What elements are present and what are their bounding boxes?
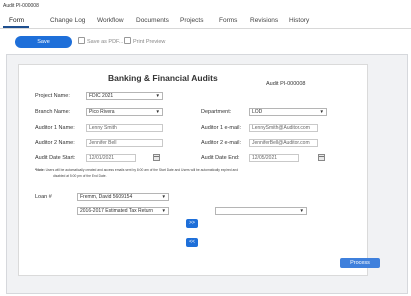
save-as-pdf-button[interactable]: Save as PDF... [78, 36, 123, 48]
window-title: Audit PI-000008 [3, 3, 39, 9]
tab-documents[interactable]: Documents [136, 14, 169, 27]
chevron-down-icon: ▼ [161, 208, 166, 213]
start-date-field[interactable]: 12/01/2021 [86, 154, 136, 162]
department-label: Department: [201, 109, 232, 115]
tab-forms[interactable]: Forms [219, 14, 237, 27]
note-text-line2: disabled at 5:00 pm of the End Date. [53, 173, 107, 178]
note-text: Users will be automatically created and … [44, 168, 239, 172]
tab-projects[interactable]: Projects [180, 14, 203, 27]
tab-revisions[interactable]: Revisions [250, 14, 278, 27]
department-select[interactable]: LOD ▼ [249, 108, 327, 116]
auditor2-name-label: Auditor 2 Name: [35, 140, 75, 146]
project-name-label: Project Name: [35, 93, 70, 99]
save-button[interactable]: Save [15, 36, 72, 48]
auditor2-email-label: Auditor 2 e-mail: [201, 140, 242, 146]
chevron-down-icon: ▼ [155, 109, 160, 114]
branch-name-value: Pico Rivera [89, 109, 115, 115]
print-preview-label: Print Preview [133, 39, 166, 45]
start-date-label: Audit Date Start: [35, 155, 76, 161]
tab-history[interactable]: History [289, 14, 309, 27]
loan-label: Loan # [35, 194, 52, 200]
end-date-field[interactable]: 12/05/2021 [249, 154, 299, 162]
audit-id: Audit PI-000008 [266, 81, 306, 87]
tax-return-value: 2016-2017 Estimated Tax Return [80, 208, 154, 214]
branch-name-select[interactable]: Pico Rivera ▼ [86, 108, 163, 116]
auditor1-email-label: Auditor 1 e-mail: [201, 125, 242, 131]
end-date-label: Audit Date End: [201, 155, 240, 161]
chevron-down-icon: ▼ [155, 93, 160, 98]
chevron-down-icon: ▼ [299, 208, 304, 213]
tab-change-log[interactable]: Change Log [50, 14, 85, 27]
save-as-pdf-label: Save as PDF... [87, 39, 124, 45]
loan-value: Fremm, David 5609154 [80, 194, 133, 200]
tab-bar: Form Change Log Workflow Documents Proje… [0, 14, 411, 27]
toolbar: Save Save as PDF... Print Preview [0, 29, 411, 55]
pdf-icon [78, 37, 85, 44]
branch-name-label: Branch Name: [35, 109, 71, 115]
auditor1-name-field[interactable]: Lenny Smith [86, 124, 163, 132]
process-button[interactable]: Process [340, 258, 380, 268]
department-value: LOD [252, 109, 263, 115]
selected-items-select[interactable]: ▼ [215, 207, 307, 215]
auditor1-email-field[interactable]: LennySmith@Auditor.com [249, 124, 318, 132]
project-name-value: FDIC 2021 [89, 93, 114, 99]
chevron-down-icon: ▼ [161, 194, 166, 199]
chevron-down-icon: ▼ [319, 109, 324, 114]
tab-workflow[interactable]: Workflow [97, 14, 124, 27]
auditor2-name-field[interactable]: Jennifer Bell [86, 139, 163, 147]
expiry-note: *Note: Users will be automatically creat… [35, 168, 345, 179]
note-prefix: *Note: [35, 168, 45, 172]
tax-return-select[interactable]: 2016-2017 Estimated Tax Return ▼ [77, 207, 169, 215]
print-preview-icon [124, 37, 131, 44]
project-name-select[interactable]: FDIC 2021 ▼ [86, 92, 163, 100]
move-left-button[interactable]: << [186, 238, 198, 247]
auditor1-name-label: Auditor 1 Name: [35, 125, 75, 131]
auditor2-email-field[interactable]: JenniferBell@Auditor.com [249, 139, 318, 147]
calendar-icon[interactable] [153, 154, 160, 161]
loan-select[interactable]: Fremm, David 5609154 ▼ [77, 193, 169, 201]
print-preview-button[interactable]: Print Preview [124, 36, 165, 48]
form-title: Banking & Financial Audits [108, 73, 218, 83]
move-right-button[interactable]: >> [186, 219, 198, 228]
calendar-icon[interactable] [318, 154, 325, 161]
